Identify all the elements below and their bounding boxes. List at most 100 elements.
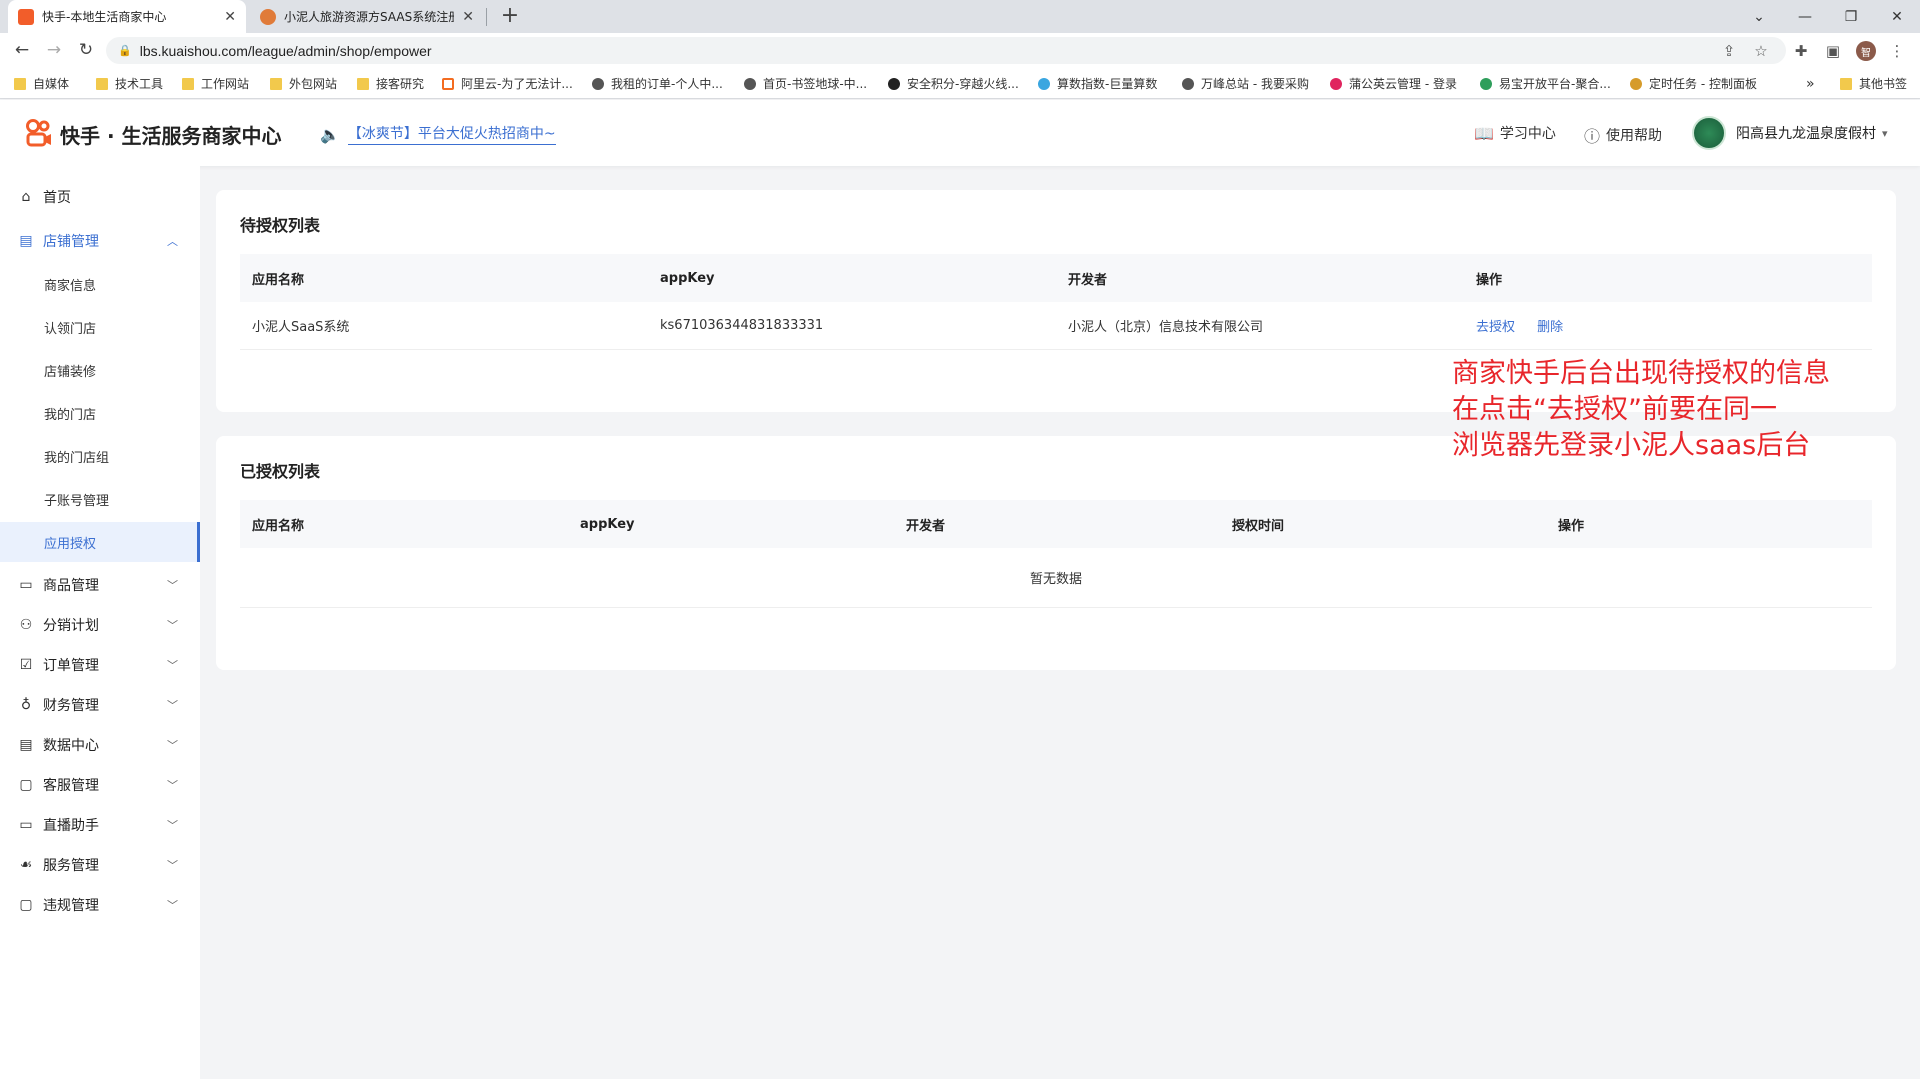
browser-tab-active[interactable]: 快手-本地生活商家中心 ✕ [8, 0, 246, 33]
box-icon: ▭ [19, 577, 33, 593]
kuaishou-logo-icon [26, 119, 51, 147]
yeepay-icon [1480, 77, 1492, 90]
sidebar-sub-store-groups[interactable]: 我的门店组 [0, 436, 200, 476]
minimize-button[interactable]: — [1782, 0, 1828, 33]
bookmark-item[interactable]: 易宝开放平台-聚合... [1480, 68, 1611, 99]
chevron-down-icon: ▾ [1882, 126, 1888, 140]
sidebar-item-orders[interactable]: ☑ 订单管理 ﹀ [0, 645, 200, 685]
sidebar-item-violations[interactable]: ▢ 违规管理 ﹀ [0, 885, 200, 925]
service-icon: ▢ [19, 777, 33, 793]
shop-avatar [1692, 116, 1726, 150]
book-icon: 📖 [1474, 123, 1494, 143]
sidebar-item-data[interactable]: ▤ 数据中心 ﹀ [0, 725, 200, 765]
promo-notice[interactable]: 🔈 【冰爽节】平台大促火热招商中~ [320, 123, 556, 145]
other-bookmarks[interactable]: 其他书签 [1840, 68, 1907, 99]
column-header: 开发者 [906, 518, 946, 534]
tab-title: 快手-本地生活商家中心 [42, 10, 167, 24]
side-panel-icon[interactable]: ▣ [1822, 40, 1844, 62]
annotation-line: 商家快手后台出现待授权的信息 [1452, 358, 1830, 389]
aliyun-icon [442, 77, 454, 90]
folder-icon [14, 77, 26, 90]
profile-avatar[interactable]: 智 [1856, 41, 1876, 61]
tab-search-icon[interactable]: ⌄ [1736, 0, 1782, 33]
authorize-link[interactable]: 去授权 [1476, 320, 1515, 335]
annotation-note: 商家快手后台出现待授权的信息 在点击“去授权”前要在同一 浏览器先登录小泥人sa… [1452, 356, 1872, 464]
browser-toolbar: ← → ↻ 🔒 lbs.kuaishou.com/league/admin/sh… [0, 33, 1920, 68]
bookmark-star-icon[interactable]: ☆ [1750, 40, 1772, 62]
sidebar-sub-store-decor[interactable]: 店铺装修 [0, 350, 200, 390]
annotation-line: 在点击“去授权”前要在同一 [1452, 394, 1777, 425]
sidebar-item-customer-service[interactable]: ▢ 客服管理 ﹀ [0, 765, 200, 805]
close-tab-icon[interactable]: ✕ [462, 9, 474, 25]
bookmark-item[interactable]: 阿里云-为了无法计... [442, 68, 573, 99]
restore-button[interactable]: ❐ [1828, 0, 1874, 33]
sidebar-item-live[interactable]: ▭ 直播助手 ﹀ [0, 805, 200, 845]
more-bookmarks-icon[interactable]: » [1806, 68, 1815, 99]
pending-title: 待授权列表 [240, 216, 321, 235]
authorized-table-header: 应用名称 appKey 开发者 授权时间 操作 [240, 500, 1872, 548]
delete-link[interactable]: 删除 [1537, 320, 1563, 335]
column-header: 应用名称 [252, 272, 305, 288]
bookmark-item[interactable]: 安全积分-穿越火线... [888, 68, 1019, 99]
sidebar-sub-merchant-info[interactable]: 商家信息 [0, 264, 200, 304]
back-icon[interactable]: ← [10, 38, 34, 62]
sidebar-item-services[interactable]: ☙ 服务管理 ﹀ [0, 845, 200, 885]
game-icon [888, 77, 900, 90]
bookmark-item[interactable]: 算数指数-巨量算数 [1038, 68, 1157, 99]
promo-notice-text: 【冰爽节】平台大促火热招商中~ [347, 123, 556, 145]
money-bag-icon: ♁ [20, 697, 32, 713]
kuaishou-favicon-icon [18, 8, 34, 25]
bookmark-item[interactable]: 工作网站 [182, 68, 249, 99]
speaker-icon: 🔈 [320, 124, 340, 144]
folder-icon [1840, 77, 1852, 90]
chevron-down-icon: ﹀ [167, 619, 178, 632]
chevron-down-icon: ﹀ [167, 739, 178, 752]
column-header: appKey [580, 516, 635, 532]
sidebar-sub-sub-accounts[interactable]: 子账号管理 [0, 479, 200, 519]
folder-icon [182, 77, 194, 90]
forward-icon[interactable]: → [42, 38, 66, 62]
address-bar[interactable]: 🔒 lbs.kuaishou.com/league/admin/shop/emp… [106, 37, 1786, 64]
bookmark-item[interactable]: 蒲公英云管理 - 登录 [1330, 68, 1457, 99]
bookmark-item[interactable]: 接客研究 [357, 68, 424, 99]
globe-icon [1182, 77, 1194, 90]
learning-center-link[interactable]: 📖 学习中心 [1474, 123, 1556, 143]
share-icon[interactable]: ⇪ [1718, 40, 1740, 62]
extensions-icon[interactable]: ✚ [1790, 40, 1812, 62]
column-header: 操作 [1476, 272, 1503, 288]
account-menu[interactable]: 阳高县九龙温泉度假村 ▾ [1692, 116, 1888, 150]
sidebar-item-store[interactable]: ▤ 店铺管理 ︿ [0, 221, 200, 261]
chevron-down-icon: ﹀ [167, 659, 178, 672]
bookmarks-bar: 自媒体 技术工具 工作网站 外包网站 接客研究 阿里云-为了无法计... 我租的… [0, 68, 1920, 99]
bookmark-item[interactable]: 外包网站 [270, 68, 337, 99]
menu-icon[interactable]: ⋮ [1886, 40, 1908, 62]
new-tab-button[interactable]: + [496, 3, 524, 28]
home-icon: ⌂ [21, 189, 31, 205]
appkey-cell: ks671036344831833331 [660, 318, 824, 333]
reload-icon[interactable]: ↻ [74, 38, 98, 62]
sidebar-item-finance[interactable]: ♁ 财务管理 ﹀ [0, 685, 200, 725]
sidebar-sub-app-authorization[interactable]: 应用授权 [0, 522, 200, 562]
chevron-down-icon: ﹀ [167, 899, 178, 912]
help-link[interactable]: ⓘ 使用帮助 [1584, 123, 1662, 147]
chevron-up-icon: ︿ [167, 235, 178, 248]
bookmark-item[interactable]: 万峰总站 - 我要采购 [1182, 68, 1309, 99]
bookmark-item[interactable]: 技术工具 [96, 68, 163, 99]
authorized-card: 已授权列表 应用名称 appKey 开发者 授权时间 操作 暂无数据 [216, 436, 1896, 670]
bookmark-item[interactable]: 我租的订单-个人中... [592, 68, 723, 99]
sidebar-item-products[interactable]: ▭ 商品管理 ﹀ [0, 565, 200, 605]
globe-icon [744, 77, 756, 90]
bookmark-item[interactable]: 自媒体 [14, 68, 69, 99]
bookmark-item[interactable]: 首页-书签地球-中... [744, 68, 867, 99]
sidebar-item-home[interactable]: ⌂ 首页 [0, 177, 200, 217]
clipboard-icon: ☑ [19, 657, 33, 673]
store-icon: ▤ [19, 233, 33, 249]
close-tab-icon[interactable]: ✕ [224, 9, 236, 25]
sidebar-item-distribution[interactable]: ⚇ 分销计划 ﹀ [0, 605, 200, 645]
sidebar-sub-claim-store[interactable]: 认领门店 [0, 307, 200, 347]
close-window-button[interactable]: ✕ [1874, 0, 1920, 33]
sidebar-sub-my-stores[interactable]: 我的门店 [0, 393, 200, 433]
browser-tab[interactable]: 小泥人旅游资源方SAAS系统注册 ✕ [250, 0, 484, 33]
bookmark-item[interactable]: 定时任务 - 控制面板 [1630, 68, 1757, 99]
tab-title: 小泥人旅游资源方SAAS系统注册 [284, 10, 455, 24]
